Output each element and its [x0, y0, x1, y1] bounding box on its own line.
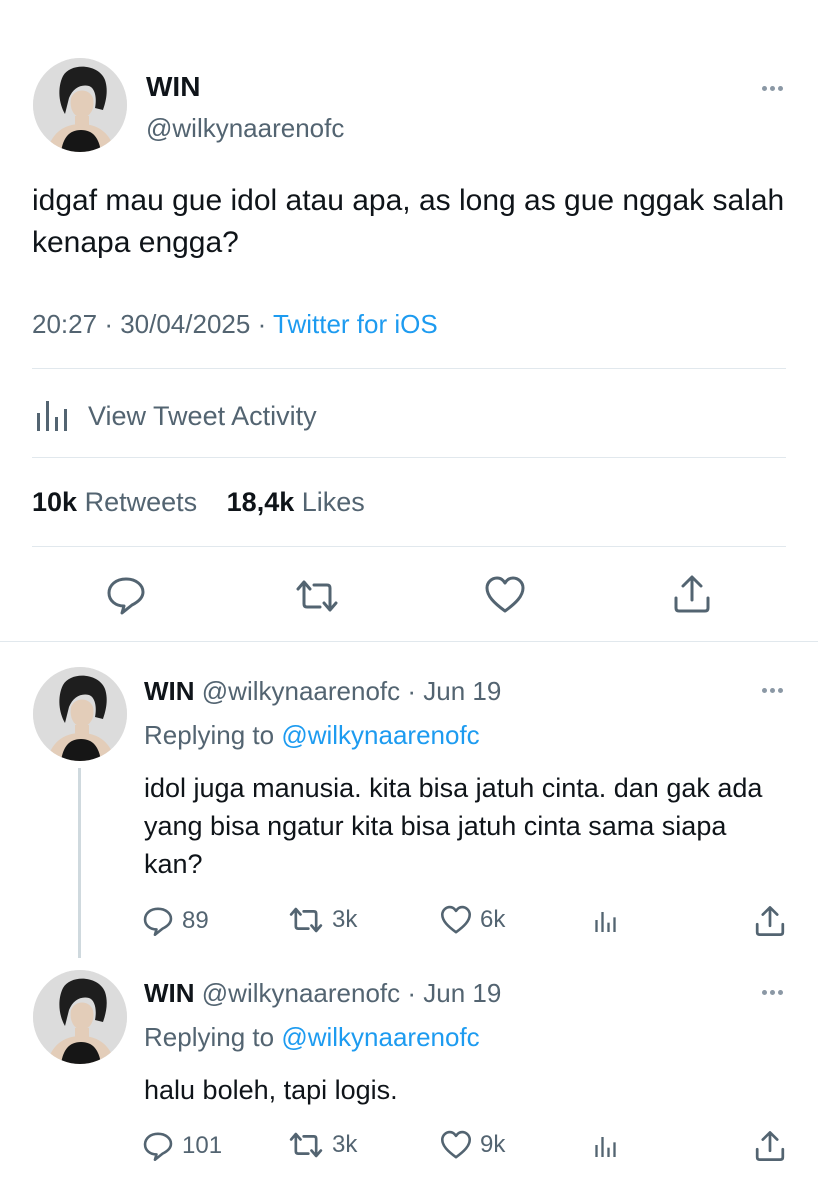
replying-to: Replying to @wilkynaarenofc	[144, 720, 480, 751]
reply-count: 101	[182, 1132, 223, 1159]
replying-to-mention[interactable]: @wilkynaarenofc	[281, 1022, 479, 1052]
divider	[32, 368, 786, 369]
reply-date[interactable]: Jun 19	[423, 676, 501, 706]
thread-line	[78, 768, 81, 958]
replying-to-mention[interactable]: @wilkynaarenofc	[281, 720, 479, 750]
reply-text: halu boleh, tapi logis.	[144, 1075, 398, 1105]
replying-to-label: Replying to	[144, 1022, 275, 1052]
more-icon[interactable]	[762, 86, 783, 91]
retweet-count: 3k	[332, 1131, 358, 1158]
replying-to: Replying to @wilkynaarenofc	[144, 1022, 480, 1053]
share-icon[interactable]	[754, 1130, 786, 1162]
retweet-icon	[289, 907, 323, 933]
reply-author-handle[interactable]: @wilkynaarenofc	[202, 676, 400, 706]
tweet-stats: 10k Retweets 18,4k Likes	[32, 487, 365, 518]
like-count[interactable]: 18,4k	[227, 487, 295, 517]
share-icon[interactable]	[754, 905, 786, 937]
analytics-icon[interactable]	[592, 908, 620, 936]
avatar[interactable]	[33, 970, 127, 1064]
avatar[interactable]	[33, 667, 127, 761]
reply-header: WIN @wilkynaarenofc · Jun 19	[144, 978, 501, 1009]
heart-icon	[440, 905, 472, 934]
author-handle[interactable]: @wilkynaarenofc	[146, 113, 344, 144]
tweet-source[interactable]: Twitter for iOS	[273, 309, 438, 339]
retweet-icon[interactable]	[294, 578, 340, 614]
divider	[32, 546, 786, 547]
meta-separator: ·	[257, 309, 273, 339]
reply-author-name[interactable]: WIN	[144, 978, 195, 1008]
divider	[0, 641, 818, 642]
share-icon[interactable]	[672, 574, 712, 614]
reply-author-name[interactable]: WIN	[144, 676, 195, 706]
analytics-icon	[37, 401, 67, 431]
reply-text: idol juga manusia. kita bisa jatuh cinta…	[144, 773, 763, 879]
meta-separator: ·	[104, 309, 121, 339]
tweet-text: idgaf mau gue idol atau apa, as long as …	[32, 184, 785, 259]
reply-icon	[143, 907, 173, 937]
reply-count: 89	[182, 907, 209, 934]
like-label[interactable]: Likes	[302, 487, 365, 517]
reply-author-handle[interactable]: @wilkynaarenofc	[202, 978, 400, 1008]
tweet-date: 30/04/2025	[120, 309, 251, 339]
more-icon[interactable]	[762, 990, 783, 995]
avatar[interactable]	[33, 58, 127, 152]
retweet-button[interactable]: 3k	[288, 1130, 357, 1160]
author-name[interactable]: WIN	[146, 71, 200, 103]
heart-icon[interactable]	[484, 576, 526, 614]
like-count: 6k	[480, 906, 506, 933]
view-activity-button[interactable]: View Tweet Activity	[32, 394, 317, 438]
reply-separator: ·	[407, 978, 424, 1008]
retweet-icon	[289, 1132, 323, 1158]
replying-to-label: Replying to	[144, 720, 275, 750]
heart-icon	[440, 1130, 472, 1159]
reply-header: WIN @wilkynaarenofc · Jun 19	[144, 676, 501, 707]
reply-button[interactable]: 89	[142, 905, 209, 937]
divider	[32, 457, 786, 458]
retweet-label[interactable]: Retweets	[85, 487, 198, 517]
reply-separator: ·	[407, 676, 424, 706]
analytics-icon[interactable]	[592, 1133, 620, 1161]
reply-button[interactable]: 101	[142, 1130, 222, 1162]
reply-icon	[143, 1132, 173, 1162]
retweet-count: 3k	[332, 906, 358, 933]
like-count: 9k	[480, 1131, 506, 1158]
retweet-button[interactable]: 3k	[288, 905, 357, 935]
like-button[interactable]: 9k	[440, 1130, 505, 1160]
like-button[interactable]: 6k	[440, 905, 505, 935]
tweet-meta: 20:27 · 30/04/2025 · Twitter for iOS	[32, 309, 438, 340]
reply-icon[interactable]	[105, 575, 147, 615]
reply-date[interactable]: Jun 19	[423, 978, 501, 1008]
tweet-time: 20:27	[32, 309, 98, 339]
view-activity-label: View Tweet Activity	[88, 400, 317, 431]
more-icon[interactable]	[762, 688, 783, 693]
retweet-count[interactable]: 10k	[32, 487, 77, 517]
